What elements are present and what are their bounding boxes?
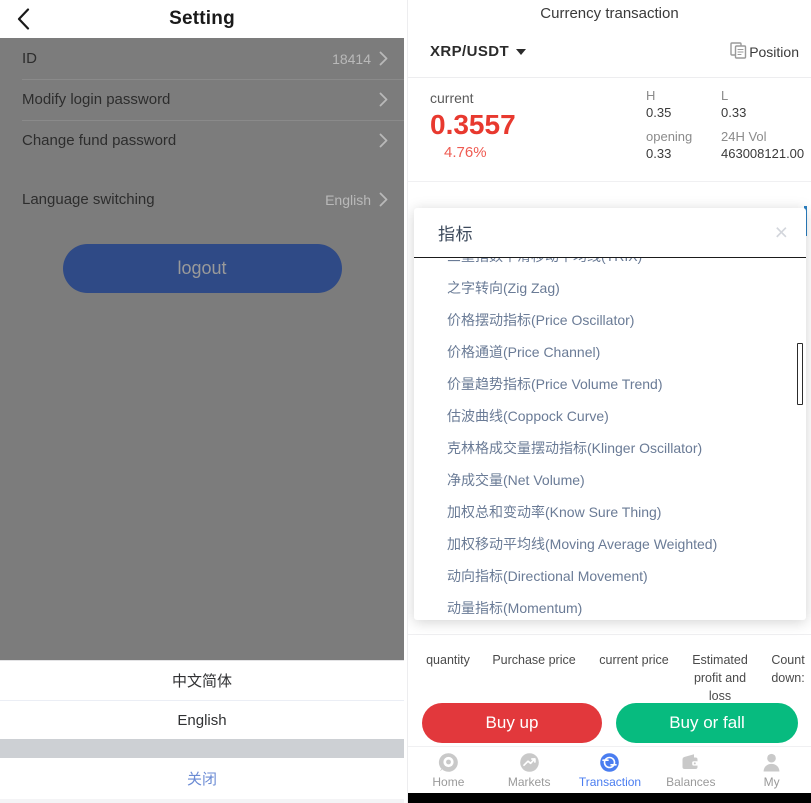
change-percent: 4.76% xyxy=(444,144,487,161)
pair-label: XRP/USDT xyxy=(430,43,510,60)
indicator-item[interactable]: 价量趋势指标(Price Volume Trend) xyxy=(414,368,806,400)
indicator-item[interactable]: 价格摆动指标(Price Oscillator) xyxy=(414,304,806,336)
pair-selector[interactable]: XRP/USDT xyxy=(430,43,527,60)
settings-header: Setting xyxy=(0,0,404,38)
tab-label: My xyxy=(763,774,780,789)
setting-label: Language switching xyxy=(22,191,155,208)
tab-label: Home xyxy=(432,774,465,789)
setting-row-language-switching[interactable]: Language switching English xyxy=(0,179,404,220)
stat-key-vol: 24H Vol xyxy=(721,129,767,144)
trading-page-title: Currency transaction xyxy=(408,0,811,26)
stat-key-low: L xyxy=(721,88,729,103)
chevron-right-icon xyxy=(379,51,388,66)
language-action-sheet: 中文简体 English 关闭 xyxy=(0,660,404,803)
indicator-item[interactable]: 之字转向(Zig Zag) xyxy=(414,272,806,304)
indicator-item[interactable]: 净成交量(Net Volume) xyxy=(414,464,806,496)
position-button[interactable]: Position xyxy=(730,41,799,62)
buy-or-fall-button[interactable]: Buy or fall xyxy=(616,703,798,743)
copy-documents-icon xyxy=(730,41,747,62)
trend-chart-icon xyxy=(519,752,540,773)
caret-down-icon xyxy=(516,48,527,55)
tab-home[interactable]: Home xyxy=(408,747,489,793)
indicator-list[interactable]: 三重指数平滑移动平均线(TRIX) 之字转向(Zig Zag) 价格摆动指标(P… xyxy=(414,258,806,620)
exchange-circle-icon xyxy=(599,752,620,773)
setting-row-modify-login-password[interactable]: Modify login password xyxy=(0,79,404,120)
language-option-english[interactable]: English xyxy=(0,700,404,739)
back-icon[interactable] xyxy=(10,6,36,32)
stat-value-low: 0.33 xyxy=(721,105,747,120)
sheet-divider xyxy=(0,739,404,758)
wallet-icon xyxy=(680,752,701,773)
settings-body-dimmed: ID 18414 Modify login password Change fu… xyxy=(0,38,404,663)
logout-button[interactable]: logout xyxy=(62,244,342,293)
setting-label: Modify login password xyxy=(22,91,171,108)
tab-label: Markets xyxy=(507,774,551,789)
tab-transaction[interactable]: Transaction xyxy=(570,747,651,793)
quote-left: current 0.3557 4.76% xyxy=(430,90,516,161)
chevron-right-icon xyxy=(379,192,388,207)
sheet-footer-spacer xyxy=(0,799,404,803)
device-home-indicator-bar xyxy=(408,793,811,803)
setting-row-change-fund-password[interactable]: Change fund password xyxy=(0,120,404,161)
column-header-estimated-pnl: Estimated profit and loss xyxy=(692,653,748,704)
sheet-cancel-button[interactable]: 关闭 xyxy=(0,758,404,799)
settings-panel: Setting ID 18414 Modify login password C… xyxy=(0,0,404,803)
current-label: current xyxy=(430,90,474,106)
indicator-modal-title: 指标 xyxy=(438,225,473,244)
buy-up-button[interactable]: Buy up xyxy=(422,703,602,743)
user-person-icon xyxy=(761,752,782,773)
indicator-item[interactable]: 动向指标(Directional Movement) xyxy=(414,560,806,592)
settings-list: ID 18414 Modify login password Change fu… xyxy=(0,38,404,220)
column-header-current-price: current price xyxy=(599,653,669,667)
indicator-item[interactable]: 动量指标(Momentum) xyxy=(414,592,806,620)
pair-bar: XRP/USDT Position xyxy=(408,26,811,78)
indicator-item[interactable]: 估波曲线(Coppock Curve) xyxy=(414,400,806,432)
language-option-chinese[interactable]: 中文简体 xyxy=(0,661,404,700)
indicator-item[interactable]: 价格通道(Price Channel) xyxy=(414,336,806,368)
indicator-item[interactable]: 加权移动平均线(Moving Average Weighted) xyxy=(414,528,806,560)
current-price: 0.3557 xyxy=(430,109,516,140)
indicator-list-scrollbar[interactable] xyxy=(797,343,803,405)
bottom-tab-bar: Home Markets Transaction Balances My xyxy=(408,746,811,793)
setting-label: Change fund password xyxy=(22,132,177,149)
column-header-count-down: Count down: xyxy=(771,653,805,686)
stat-key-opening: opening xyxy=(646,129,693,144)
tab-label: Balances xyxy=(666,774,716,789)
indicator-item[interactable]: 加权总和变动率(Know Sure Thing) xyxy=(414,496,806,528)
home-target-icon xyxy=(438,752,459,773)
settings-group-gap xyxy=(0,161,404,179)
trading-panel: Currency transaction XRP/USDT Position c… xyxy=(407,0,811,803)
chevron-right-icon xyxy=(379,133,388,148)
setting-label: ID xyxy=(22,50,37,67)
trade-buttons: Buy up Buy or fall xyxy=(408,700,811,746)
page-title: Setting xyxy=(169,8,235,29)
tab-label: Transaction xyxy=(578,774,642,789)
indicator-item[interactable]: 克林格成交量摆动指标(Klinger Oscillator) xyxy=(414,432,806,464)
indicator-modal: 指标 × 三重指数平滑移动平均线(TRIX) 之字转向(Zig Zag) 价格摆… xyxy=(414,208,806,620)
order-table-header: quantity Purchase price current price Es… xyxy=(408,634,811,703)
stat-value-high: 0.35 xyxy=(646,105,672,120)
column-header-purchase-price: Purchase price xyxy=(492,653,576,667)
quote-block: current 0.3557 4.76% H L 0.35 0.33 openi… xyxy=(408,78,811,182)
indicator-item[interactable]: 三重指数平滑移动平均线(TRIX) xyxy=(414,258,806,272)
tab-markets[interactable]: Markets xyxy=(489,747,570,793)
tab-balances[interactable]: Balances xyxy=(650,747,731,793)
position-label: Position xyxy=(749,43,799,60)
stat-key-high: H xyxy=(646,88,656,103)
quote-stats-grid: H L 0.35 0.33 opening 24H Vol 0.33 46300… xyxy=(646,88,804,168)
indicator-modal-header: 指标 × xyxy=(414,208,806,258)
logout-wrapper: logout xyxy=(0,220,404,293)
app-screen: Setting ID 18414 Modify login password C… xyxy=(0,0,811,803)
chevron-right-icon xyxy=(379,92,388,107)
column-header-quantity: quantity xyxy=(426,653,470,667)
setting-row-id[interactable]: ID 18414 xyxy=(0,38,404,79)
stat-value-opening: 0.33 xyxy=(646,146,672,161)
setting-value: 18414 xyxy=(332,50,371,67)
stat-value-vol: 463008121.00 xyxy=(721,146,805,161)
close-x-icon[interactable]: × xyxy=(775,221,788,244)
setting-value: English xyxy=(325,191,371,208)
tab-my[interactable]: My xyxy=(731,747,811,793)
